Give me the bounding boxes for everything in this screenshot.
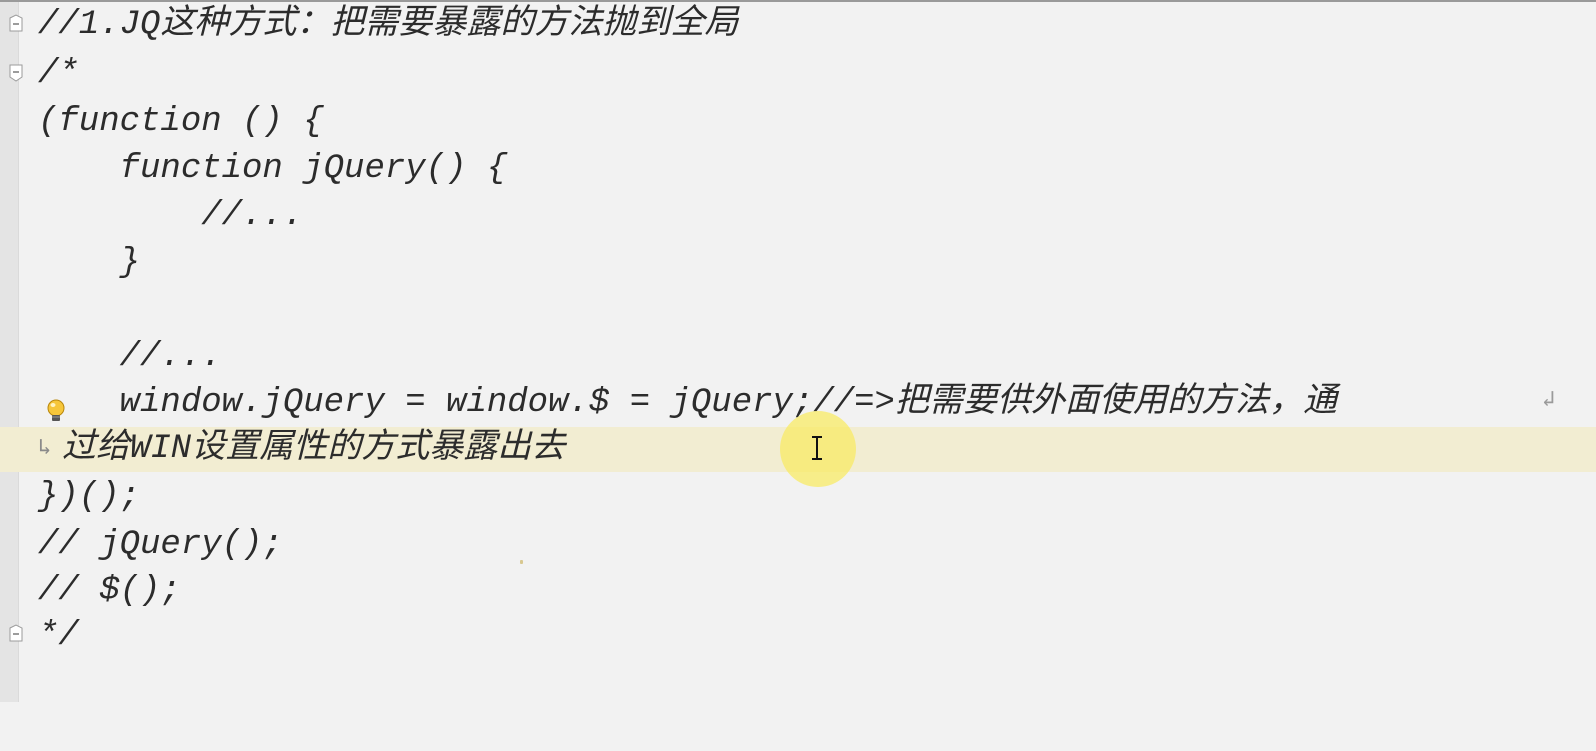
code-line-7[interactable] [0, 287, 1596, 333]
code-line-1[interactable]: //1.JQ这种方式：把需要暴露的方法抛到全局 [0, 2, 1596, 48]
code-line-text: })(); [38, 478, 141, 516]
code-line-13[interactable]: */ [0, 613, 1596, 659]
code-line-11[interactable]: // jQuery(); [0, 522, 1596, 568]
lightbulb-icon[interactable] [44, 398, 68, 426]
code-line-text: function jQuery() { [38, 150, 508, 188]
code-line-3[interactable]: (function () { [0, 99, 1596, 145]
code-line-text: // $(); [38, 572, 181, 610]
code-line-8[interactable]: //... [0, 334, 1596, 380]
screen-artifact [520, 560, 523, 564]
code-line-6[interactable]: } [0, 240, 1596, 286]
soft-wrap-start-icon: ↳ [38, 436, 52, 461]
code-line-text: //... [38, 197, 304, 235]
code-line-5[interactable]: //... [0, 193, 1596, 239]
code-line-text: (function () { [38, 103, 324, 141]
code-line-text: //1.JQ这种方式：把需要暴露的方法抛到全局 [38, 6, 739, 44]
code-line-text: /* [38, 55, 79, 93]
code-line-text: window.jQuery = window.$ = jQuery;//=>把需… [38, 384, 1337, 422]
code-line-text: */ [38, 617, 79, 655]
code-line-text: //... [38, 338, 222, 376]
code-line-text: 过给WIN设置属性的方式暴露出去 [62, 430, 566, 468]
code-line-text: // jQuery(); [38, 526, 283, 564]
soft-wrap-end-icon: ↲ [1542, 388, 1556, 413]
code-line-12[interactable]: // $(); [0, 568, 1596, 614]
text-cursor-icon [810, 435, 824, 461]
code-line-2[interactable]: /* [0, 51, 1596, 97]
code-line-4[interactable]: function jQuery() { [0, 146, 1596, 192]
code-editor[interactable]: //1.JQ这种方式：把需要暴露的方法抛到全局 /* (function () … [0, 0, 1596, 702]
code-line-text: } [38, 244, 141, 282]
